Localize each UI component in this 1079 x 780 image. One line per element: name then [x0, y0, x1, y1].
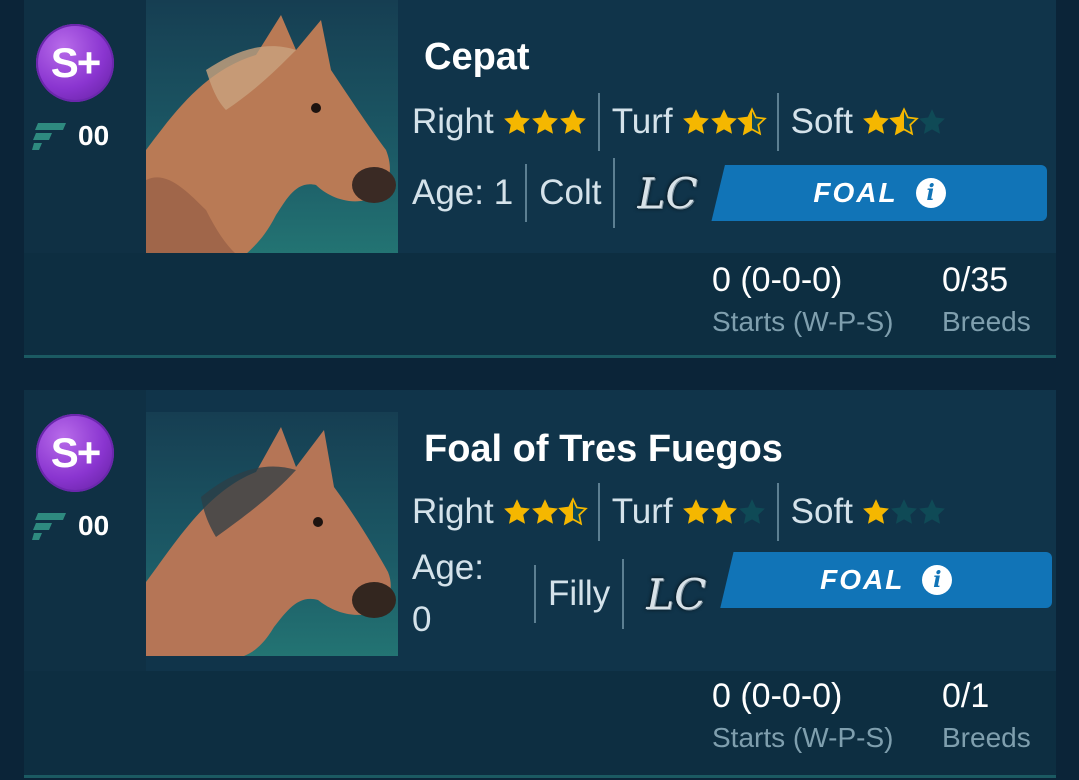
star-icon: [863, 109, 889, 134]
breeds-stat: 0/35 Breeds: [942, 261, 1031, 338]
condition-label: Soft: [790, 102, 853, 141]
surface-stars: [681, 107, 767, 137]
age-label: Age: 1: [412, 173, 514, 212]
horse-name[interactable]: Foal of Tres Fuegos: [424, 428, 783, 471]
horse-card[interactable]: S+ 00 Cepat Right Turf Soft Age: 1 Colt …: [24, 0, 1056, 358]
starts-caption: Starts (W-P-S): [712, 722, 894, 753]
stats-bar: 0 (0-0-0) Starts (W-P-S) 0/35 Breeds: [24, 253, 1056, 355]
sex-label: Filly: [548, 574, 611, 613]
starts-stat: 0 (0-0-0) Starts (W-P-S): [712, 677, 893, 754]
starts-value: 0 (0-0-0): [712, 677, 843, 715]
star-icon: [557, 497, 588, 526]
star-icon: [863, 499, 889, 524]
surface-label: Turf: [611, 102, 673, 141]
direction-stars: [502, 107, 586, 137]
divider: [613, 158, 616, 228]
star-icon: [559, 109, 586, 134]
age-value: 0: [412, 600, 432, 639]
rank-value: 00: [78, 510, 110, 541]
star-icon: [503, 499, 530, 524]
rank-value: 00: [78, 120, 110, 151]
star-icon: [889, 107, 919, 136]
star-icon: [531, 109, 558, 134]
direction-stars: [502, 497, 588, 527]
grade-badge: S+: [36, 24, 114, 102]
condition-stars: [861, 497, 945, 527]
horse-image[interactable]: [146, 0, 398, 254]
rank-icon: [32, 513, 66, 540]
info-icon[interactable]: i: [922, 565, 953, 595]
star-icon: [531, 499, 558, 524]
star-icon: [503, 109, 530, 134]
foal-label: FOAL: [820, 564, 905, 595]
divider: [534, 565, 536, 623]
aptitude-row: Right Turf Soft: [412, 482, 945, 542]
star-icon: [736, 107, 767, 136]
foal-button[interactable]: FOAL i: [720, 552, 1053, 608]
age-label-line: Age:: [412, 548, 484, 587]
starts-caption: Starts (W-P-S): [712, 306, 894, 337]
star-icon: [710, 499, 737, 524]
star-icon: [682, 109, 709, 134]
lc-logo: LC: [646, 569, 707, 619]
star-icon: [682, 499, 709, 524]
horse-name[interactable]: Cepat: [424, 36, 530, 79]
foal-label: FOAL: [813, 177, 898, 208]
star-icon: [738, 499, 765, 524]
star-icon: [891, 499, 917, 524]
breeds-value: 0/35: [942, 261, 1009, 299]
details-row: Age: 1 Colt LC FOAL i: [412, 158, 1048, 228]
surface-stars: [681, 497, 765, 527]
direction-label: Right: [412, 102, 494, 141]
foal-button[interactable]: FOAL i: [711, 165, 1048, 221]
condition-label: Soft: [790, 492, 853, 531]
rank: 00: [32, 510, 109, 542]
breeds-caption: Breeds: [942, 306, 1031, 337]
stats-bar: 0 (0-0-0) Starts (W-P-S) 0/1 Breeds: [24, 671, 1056, 775]
divider: [776, 483, 779, 541]
starts-stat: 0 (0-0-0) Starts (W-P-S): [712, 261, 893, 338]
rank: 00: [32, 120, 109, 152]
star-icon: [919, 499, 945, 524]
info-icon[interactable]: i: [915, 178, 946, 208]
surface-label: Turf: [611, 492, 673, 531]
breeds-value: 0/1: [942, 677, 990, 715]
rank-icon: [32, 123, 66, 150]
horse-portrait: [146, 15, 396, 254]
divider: [597, 483, 600, 541]
starts-value: 0 (0-0-0): [712, 261, 843, 299]
grade-badge: S+: [36, 414, 114, 492]
lc-logo: LC: [637, 168, 698, 218]
breeds-stat: 0/1 Breeds: [942, 677, 1031, 754]
star-icon: [710, 109, 737, 134]
divider: [776, 93, 779, 151]
condition-stars: [861, 107, 945, 137]
horse-portrait: [146, 427, 396, 656]
star-icon: [919, 109, 945, 134]
direction-label: Right: [412, 492, 494, 531]
divider: [597, 93, 600, 151]
divider: [525, 164, 528, 222]
divider: [622, 559, 625, 629]
horse-card[interactable]: S+ 00 Foal of Tres Fuegos Right Turf Sof…: [24, 390, 1056, 778]
age-label: Age: 0: [412, 542, 522, 646]
sex-label: Colt: [539, 173, 602, 212]
horse-image[interactable]: [146, 412, 398, 656]
breeds-caption: Breeds: [942, 722, 1031, 753]
details-row: Age: 0 Filly LC FOAL i: [412, 546, 1053, 642]
aptitude-row: Right Turf Soft: [412, 92, 945, 152]
